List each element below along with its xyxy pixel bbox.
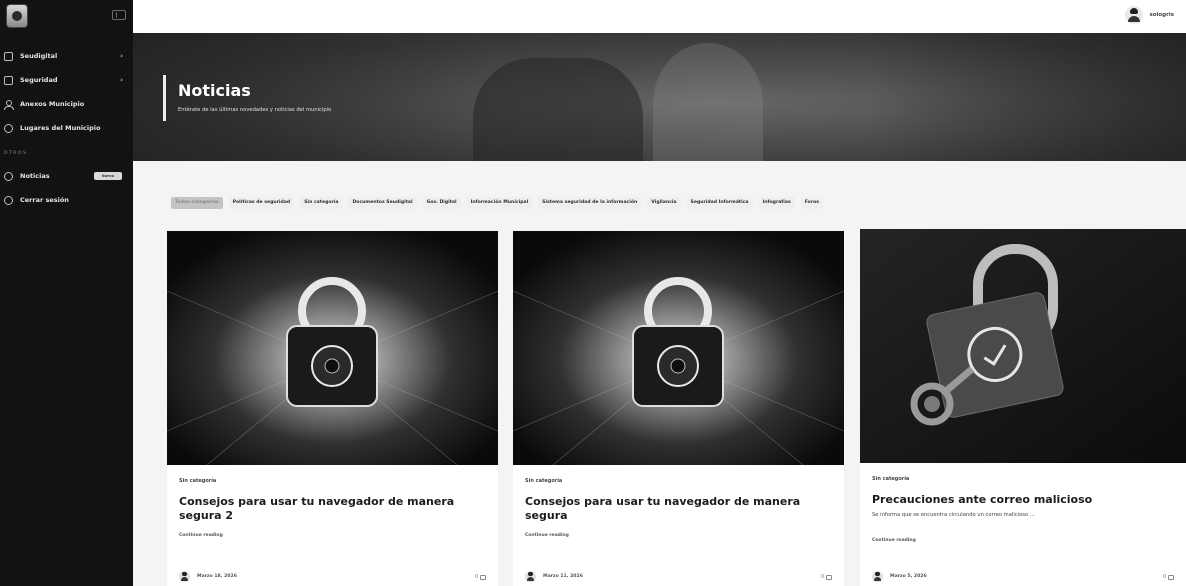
hero-overlay: [133, 33, 1186, 161]
post-excerpt: Se informa que se encuentra circulando u…: [872, 512, 1035, 518]
comment-count[interactable]: 0: [821, 574, 832, 580]
post-category[interactable]: Sin categoría: [525, 478, 562, 484]
filter-chip[interactable]: Gov. Digital: [422, 197, 461, 209]
author-avatar-icon: [179, 571, 190, 582]
user-name: soiogris: [1149, 12, 1174, 18]
filter-chip[interactable]: Sin categoría: [300, 197, 343, 209]
post-image[interactable]: [513, 231, 844, 465]
post-image[interactable]: [167, 231, 498, 465]
continue-reading-link[interactable]: Continue reading: [872, 538, 916, 543]
filter-chip[interactable]: Vigilancia: [647, 197, 681, 209]
person-icon: [4, 99, 14, 110]
post-date: Marzo 5, 2026: [890, 574, 927, 579]
sidebar-item-label: Seudigital: [20, 52, 58, 60]
filter-chip[interactable]: Sistema seguridad de la información: [538, 197, 642, 209]
filter-chip[interactable]: Políticas de seguridad: [228, 197, 295, 209]
category-filter-bar: Todas categorías Políticas de seguridad …: [171, 197, 823, 209]
post-image[interactable]: [860, 229, 1186, 463]
sidebar-item-label: Cerrar sesión: [20, 196, 69, 204]
new-badge: Nuevo: [94, 172, 122, 180]
post-card[interactable]: Sin categoría Consejos para usar tu nave…: [167, 231, 498, 586]
padlock-illustration-icon: [513, 231, 844, 465]
filter-chip[interactable]: Foros: [800, 197, 823, 209]
post-title[interactable]: Consejos para usar tu navegador de maner…: [179, 495, 479, 523]
shield-icon: [4, 75, 13, 85]
comment-icon: [826, 574, 832, 580]
user-menu[interactable]: soiogris: [1125, 6, 1174, 24]
page-subtitle: Entérate de las últimas novedades y noti…: [178, 107, 332, 113]
sidebar-nav: Seudigital › Seguridad › Anexos Municipi…: [0, 44, 133, 212]
sidebar-item-label: Noticias: [20, 172, 50, 180]
user-avatar-icon: [1125, 6, 1144, 24]
sidebar-item-seudigital[interactable]: Seudigital ›: [0, 44, 133, 68]
continue-reading-link[interactable]: Continue reading: [525, 533, 569, 538]
comment-count[interactable]: 0: [475, 574, 486, 580]
post-date: Marzo 18, 2026: [197, 574, 237, 579]
filter-chip[interactable]: Infografías: [758, 197, 795, 209]
municipality-logo-icon[interactable]: [6, 4, 28, 28]
sidebar-item-label: Anexos Municipio: [20, 100, 85, 108]
padlock-key-illustration-icon: [860, 229, 1186, 463]
hero-accent-bar: [163, 75, 166, 121]
filter-chip-all[interactable]: Todas categorías: [171, 197, 223, 209]
author-avatar-icon: [872, 571, 883, 582]
sidebar-item-seguridad[interactable]: Seguridad ›: [0, 68, 133, 92]
post-date: Marzo 11, 2026: [543, 574, 583, 579]
sidebar-item-logout[interactable]: Cerrar sesión: [0, 188, 133, 212]
filter-chip[interactable]: Información Municipal: [466, 197, 533, 209]
sidebar-item-anexos[interactable]: Anexos Municipio: [0, 92, 133, 116]
comment-count-value: 0: [820, 574, 824, 580]
hero-banner: Noticias Entérate de las últimas novedad…: [133, 33, 1186, 161]
comment-count-value: 0: [474, 574, 478, 580]
filter-chip[interactable]: Seguridad Informática: [686, 197, 753, 209]
comment-icon: [1168, 574, 1174, 580]
author-avatar-icon: [525, 571, 536, 582]
filter-chip[interactable]: Documentos Seudigital: [348, 197, 417, 209]
post-title[interactable]: Precauciones ante correo malicioso: [872, 493, 1172, 507]
page-title: Noticias: [178, 81, 251, 100]
post-meta: Marzo 11, 2026: [525, 571, 583, 582]
comment-count[interactable]: 0: [1163, 574, 1174, 580]
post-meta: Marzo 18, 2026: [179, 571, 237, 582]
chevron-right-icon: ›: [120, 52, 123, 60]
comment-count-value: 0: [1162, 574, 1166, 580]
chevron-right-icon: ›: [120, 76, 123, 84]
sidebar-item-label: Seguridad: [20, 76, 58, 84]
padlock-illustration-icon: [167, 231, 498, 465]
post-card[interactable]: Sin categoría Precauciones ante correo m…: [860, 229, 1186, 586]
news-icon: [4, 171, 13, 181]
collapse-sidebar-icon[interactable]: [112, 10, 126, 20]
sidebar-section-label: OTROS: [4, 151, 28, 156]
post-category[interactable]: Sin categoría: [872, 476, 909, 482]
post-card[interactable]: Sin categoría Consejos para usar tu nave…: [513, 231, 844, 586]
location-icon: [4, 123, 13, 133]
logout-icon: [4, 195, 13, 205]
app-root: Seudigital › Seguridad › Anexos Municipi…: [0, 0, 1186, 586]
sidebar-item-noticias[interactable]: Noticias Nuevo: [0, 164, 133, 188]
post-category[interactable]: Sin categoría: [179, 478, 216, 484]
sidebar-item-lugares[interactable]: Lugares del Municipio: [0, 116, 133, 140]
folder-icon: [4, 51, 13, 61]
sidebar: Seudigital › Seguridad › Anexos Municipi…: [0, 0, 133, 586]
post-meta: Marzo 5, 2026: [872, 571, 927, 582]
comment-icon: [480, 574, 486, 580]
post-title[interactable]: Consejos para usar tu navegador de maner…: [525, 495, 825, 523]
top-bar: soiogris: [133, 0, 1186, 33]
continue-reading-link[interactable]: Continue reading: [179, 533, 223, 538]
sidebar-item-label: Lugares del Municipio: [20, 124, 101, 132]
